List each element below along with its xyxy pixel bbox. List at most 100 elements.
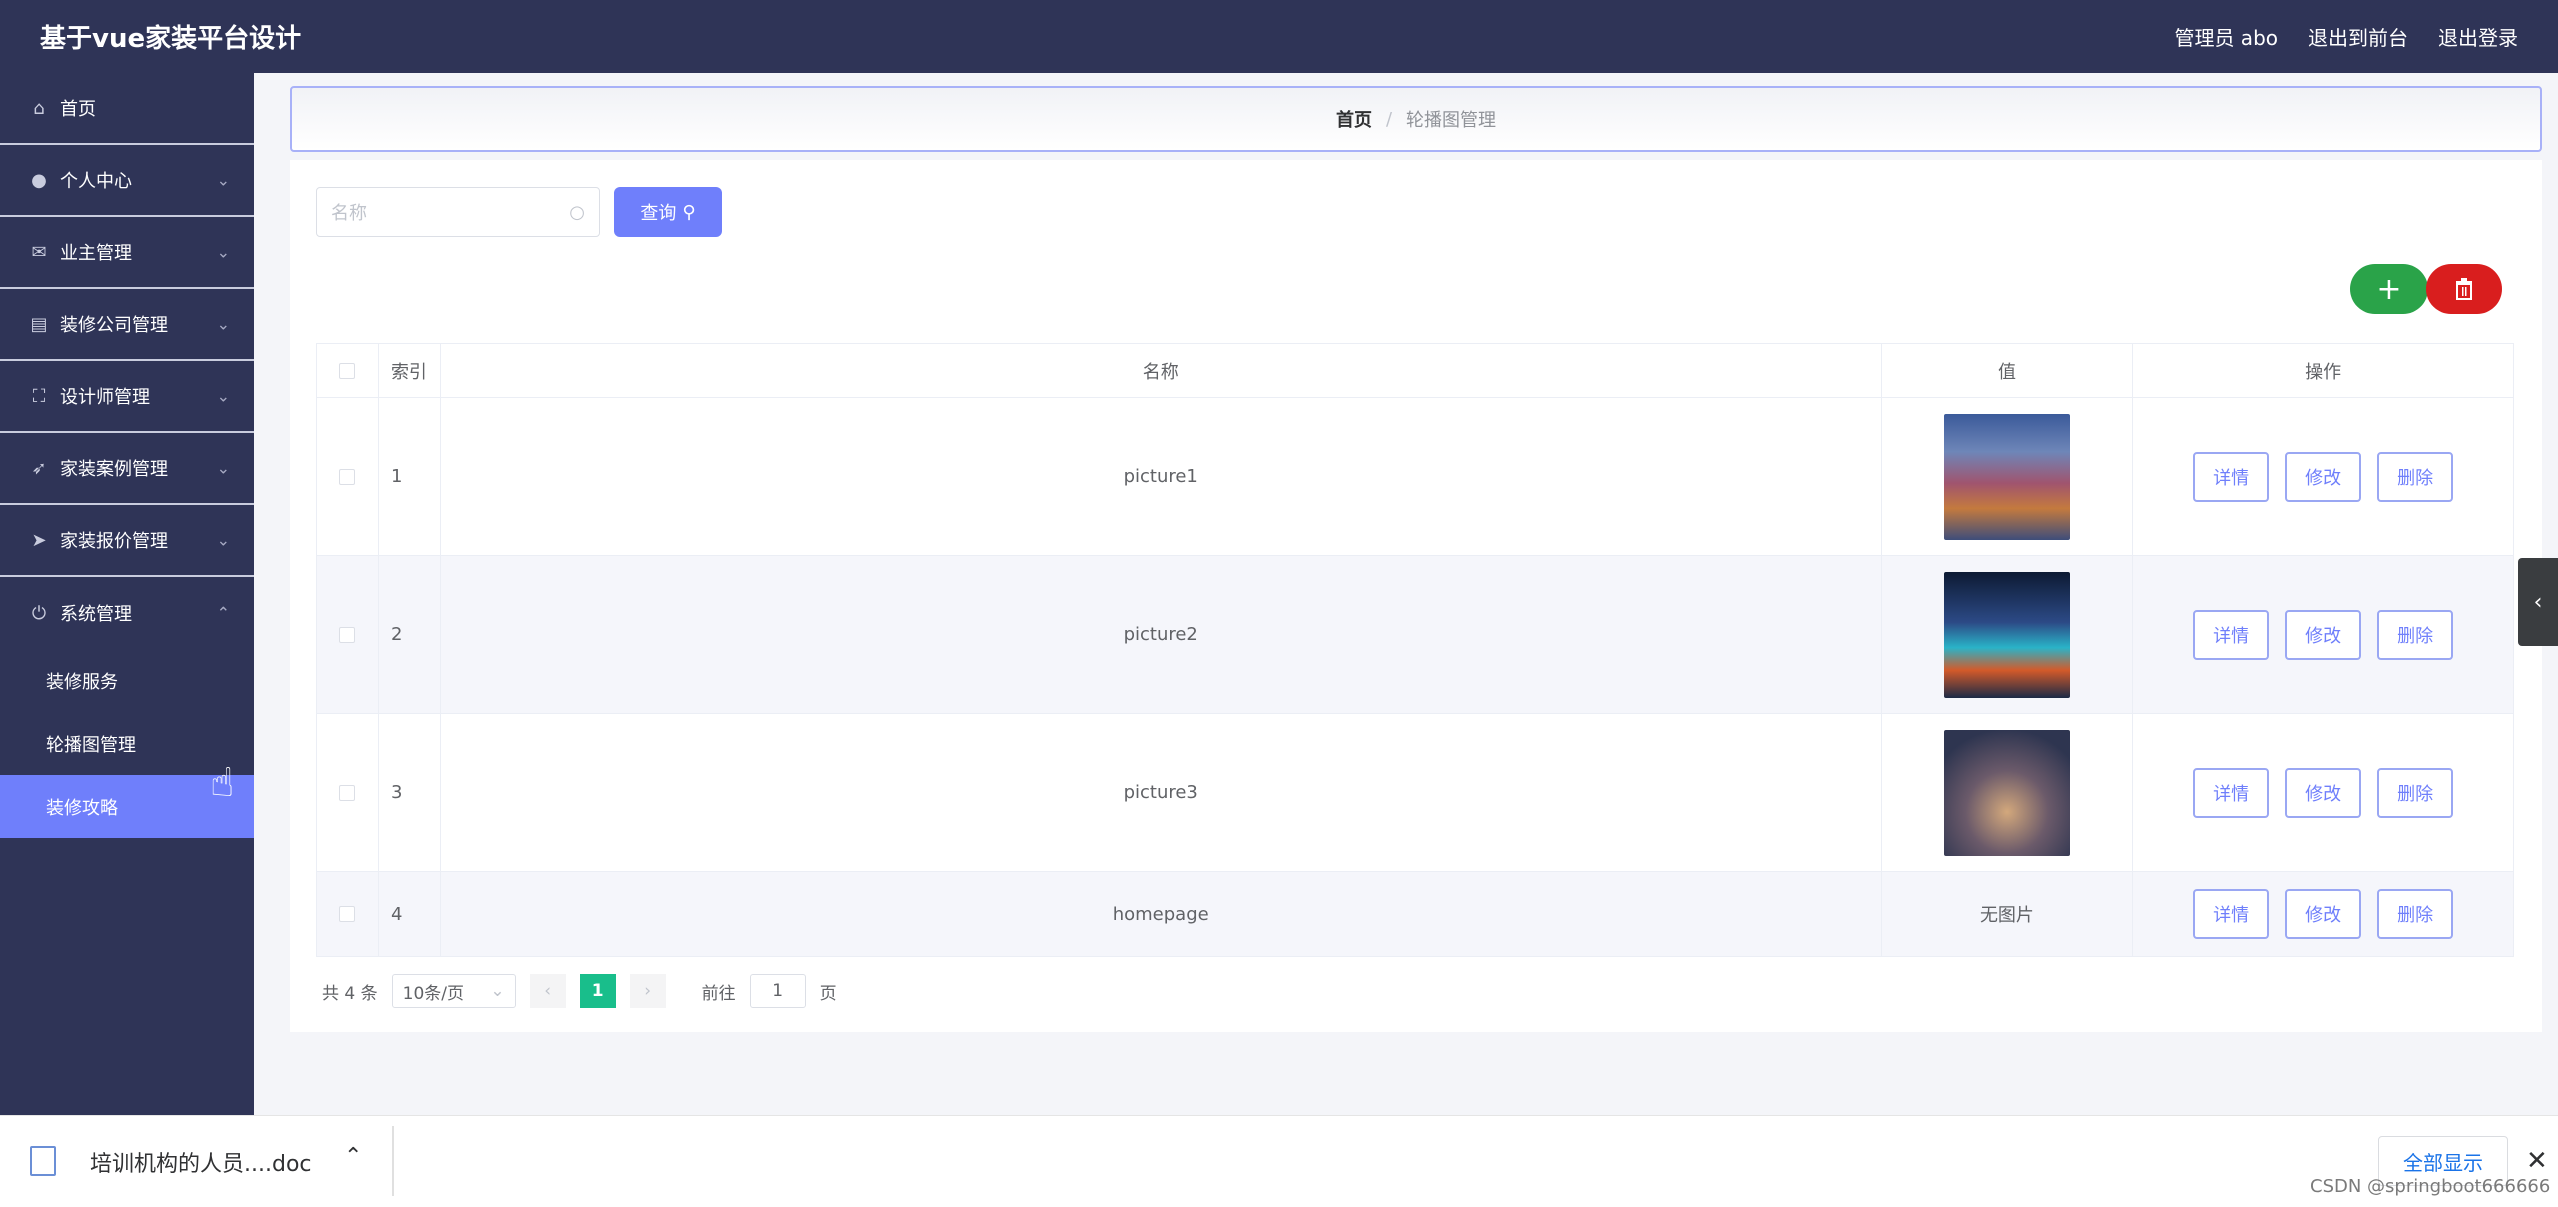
row-checkbox[interactable] bbox=[339, 626, 356, 643]
sidebar-item-label: 系统管理 bbox=[60, 604, 132, 625]
prev-page-button[interactable]: ‹ bbox=[529, 974, 566, 1008]
breadcrumb-separator: / bbox=[1385, 108, 1393, 130]
header-index: 索引 bbox=[379, 344, 441, 397]
collapse-panel-button[interactable]: ‹ bbox=[2518, 558, 2558, 646]
search-button[interactable]: 查询 ⚲ bbox=[614, 187, 722, 237]
table-row: 1 picture1 详情 修改 删除 bbox=[317, 398, 2513, 556]
download-file-name[interactable]: 培训机构的人员....doc bbox=[90, 1146, 312, 1178]
delete-button[interactable]: 删除 bbox=[2377, 889, 2454, 939]
sidebar-item-company-management[interactable]: ▤ 装修公司管理 ⌄ bbox=[0, 289, 254, 361]
row-index: 2 bbox=[379, 556, 441, 713]
sidebar-item-system-management[interactable]: ⏻ 系统管理 ⌃ bbox=[0, 577, 254, 649]
header-value: 值 bbox=[1882, 344, 2134, 397]
carousel-image-thumbnail bbox=[1943, 729, 2070, 856]
logout-link[interactable]: 退出登录 bbox=[2438, 22, 2518, 51]
edit-button[interactable]: 修改 bbox=[2285, 451, 2362, 502]
chevron-down-icon: ⌄ bbox=[216, 314, 230, 334]
chevron-down-icon: ⌄ bbox=[216, 386, 230, 406]
row-index: 4 bbox=[379, 872, 441, 956]
sidebar-item-label: 设计师管理 bbox=[60, 387, 150, 408]
sidebar-item-label: 装修公司管理 bbox=[60, 315, 168, 336]
sidebar-item-label: 首页 bbox=[60, 99, 96, 120]
row-value bbox=[1882, 556, 2134, 713]
download-bar: 培训机构的人员....doc ⌃ 全部显示 ✕ bbox=[0, 1115, 2558, 1207]
doc-file-icon bbox=[30, 1146, 56, 1176]
pagination: 共 4 条 10条/页 ⌄ ‹ 1 › 前往 1 页 bbox=[322, 974, 837, 1008]
send-icon: ➶ bbox=[31, 457, 47, 479]
sidebar-item-label: 家装案例管理 bbox=[60, 459, 168, 480]
frame-icon: ⛶ bbox=[32, 385, 46, 407]
edit-button[interactable]: 修改 bbox=[2285, 609, 2362, 660]
chevron-down-icon: ⌄ bbox=[490, 981, 505, 1001]
row-checkbox[interactable] bbox=[339, 468, 356, 485]
detail-button[interactable]: 详情 bbox=[2193, 609, 2270, 660]
chevron-up-icon[interactable]: ⌃ bbox=[344, 1144, 362, 1169]
carousel-image-thumbnail bbox=[1943, 571, 2070, 698]
table-row: 4 homepage 无图片 详情 修改 删除 bbox=[317, 872, 2513, 956]
hand-cursor-icon: ☝ bbox=[210, 760, 235, 806]
detail-button[interactable]: 详情 bbox=[2193, 451, 2270, 502]
watermark: CSDN @springboot666666 bbox=[2310, 1176, 2551, 1197]
sidebar-item-owner-management[interactable]: ✉ 业主管理 ⌄ bbox=[0, 217, 254, 289]
app-title: 基于vue家装平台设计 bbox=[40, 24, 302, 54]
sidebar: ⌂ 首页 ● 个人中心 ⌄ ✉ 业主管理 ⌄ ▤ 装修公司管理 ⌄ ⛶ 设计师管… bbox=[0, 73, 254, 1115]
sidebar-item-personal-center[interactable]: ● 个人中心 ⌄ bbox=[0, 145, 254, 217]
add-button[interactable]: + bbox=[2350, 264, 2428, 314]
delete-button[interactable]: 删除 bbox=[2377, 609, 2454, 660]
row-ops: 详情 修改 删除 bbox=[2133, 398, 2513, 555]
breadcrumb-home[interactable]: 首页 bbox=[1336, 106, 1372, 132]
row-name: picture3 bbox=[441, 714, 1882, 871]
breadcrumb-current: 轮播图管理 bbox=[1406, 110, 1497, 131]
edit-button[interactable]: 修改 bbox=[2285, 767, 2362, 818]
exit-to-front-link[interactable]: 退出到前台 bbox=[2308, 22, 2408, 51]
row-value bbox=[1882, 714, 2134, 871]
sidebar-item-designer-management[interactable]: ⛶ 设计师管理 ⌄ bbox=[0, 361, 254, 433]
search-input[interactable]: 名称 ○ bbox=[316, 187, 600, 237]
batch-delete-button[interactable] bbox=[2426, 264, 2502, 314]
breadcrumb: 首页 / 轮播图管理 bbox=[290, 86, 2542, 152]
row-checkbox-cell bbox=[317, 872, 379, 956]
page-size-select[interactable]: 10条/页 ⌄ bbox=[391, 974, 516, 1008]
sidebar-item-label: 个人中心 bbox=[60, 171, 132, 192]
chevron-down-icon: ⌄ bbox=[216, 170, 230, 190]
detail-button[interactable]: 详情 bbox=[2193, 889, 2270, 939]
row-checkbox-cell bbox=[317, 556, 379, 713]
delete-button[interactable]: 删除 bbox=[2377, 451, 2454, 502]
row-checkbox[interactable] bbox=[339, 784, 356, 801]
chevron-down-icon: ⌄ bbox=[216, 530, 230, 550]
edit-button[interactable]: 修改 bbox=[2285, 889, 2362, 939]
header-ops: 操作 bbox=[2305, 361, 2342, 383]
search-placeholder: 名称 bbox=[331, 203, 367, 224]
next-page-button[interactable]: › bbox=[629, 974, 666, 1008]
table-header-row: 索引 名称 值 操作 bbox=[317, 344, 2513, 398]
chevron-down-icon: ⌄ bbox=[216, 458, 230, 478]
power-icon: ⏻ bbox=[31, 602, 47, 624]
sidebar-subitem-decoration-service[interactable]: 装修服务 bbox=[0, 649, 254, 712]
row-name: homepage bbox=[441, 872, 1882, 956]
goto-page-input[interactable]: 1 bbox=[749, 974, 806, 1008]
trash-icon bbox=[2456, 278, 2472, 300]
search-icon: ○ bbox=[569, 201, 585, 223]
sidebar-item-label: 家装报价管理 bbox=[60, 531, 168, 552]
row-checkbox-cell bbox=[317, 714, 379, 871]
row-checkbox-cell bbox=[317, 398, 379, 555]
sidebar-item-case-management[interactable]: ➶ 家装案例管理 ⌄ bbox=[0, 433, 254, 505]
close-icon[interactable]: ✕ bbox=[2526, 1146, 2548, 1176]
admin-user-label[interactable]: 管理员 abo bbox=[2174, 22, 2278, 51]
delete-button[interactable]: 删除 bbox=[2377, 767, 2454, 818]
sidebar-item-home[interactable]: ⌂ 首页 bbox=[0, 73, 254, 145]
header-name: 名称 bbox=[441, 344, 1882, 397]
row-name: picture1 bbox=[441, 398, 1882, 555]
select-all-checkbox[interactable] bbox=[339, 362, 356, 379]
detail-button[interactable]: 详情 bbox=[2193, 767, 2270, 818]
page-size-value: 10条/页 bbox=[402, 983, 464, 1004]
page-number-current[interactable]: 1 bbox=[579, 974, 616, 1008]
row-ops: 详情 修改 删除 bbox=[2133, 714, 2513, 871]
row-checkbox[interactable] bbox=[339, 906, 356, 922]
row-value bbox=[1882, 398, 2134, 555]
plane-icon: ➤ bbox=[31, 529, 47, 551]
mail-icon: ✉ bbox=[31, 241, 47, 263]
top-header: 基于vue家装平台设计 管理员 abo 退出到前台 退出登录 bbox=[0, 0, 2558, 73]
plus-icon: + bbox=[2376, 271, 2402, 307]
sidebar-item-quote-management[interactable]: ➤ 家装报价管理 ⌄ bbox=[0, 505, 254, 577]
